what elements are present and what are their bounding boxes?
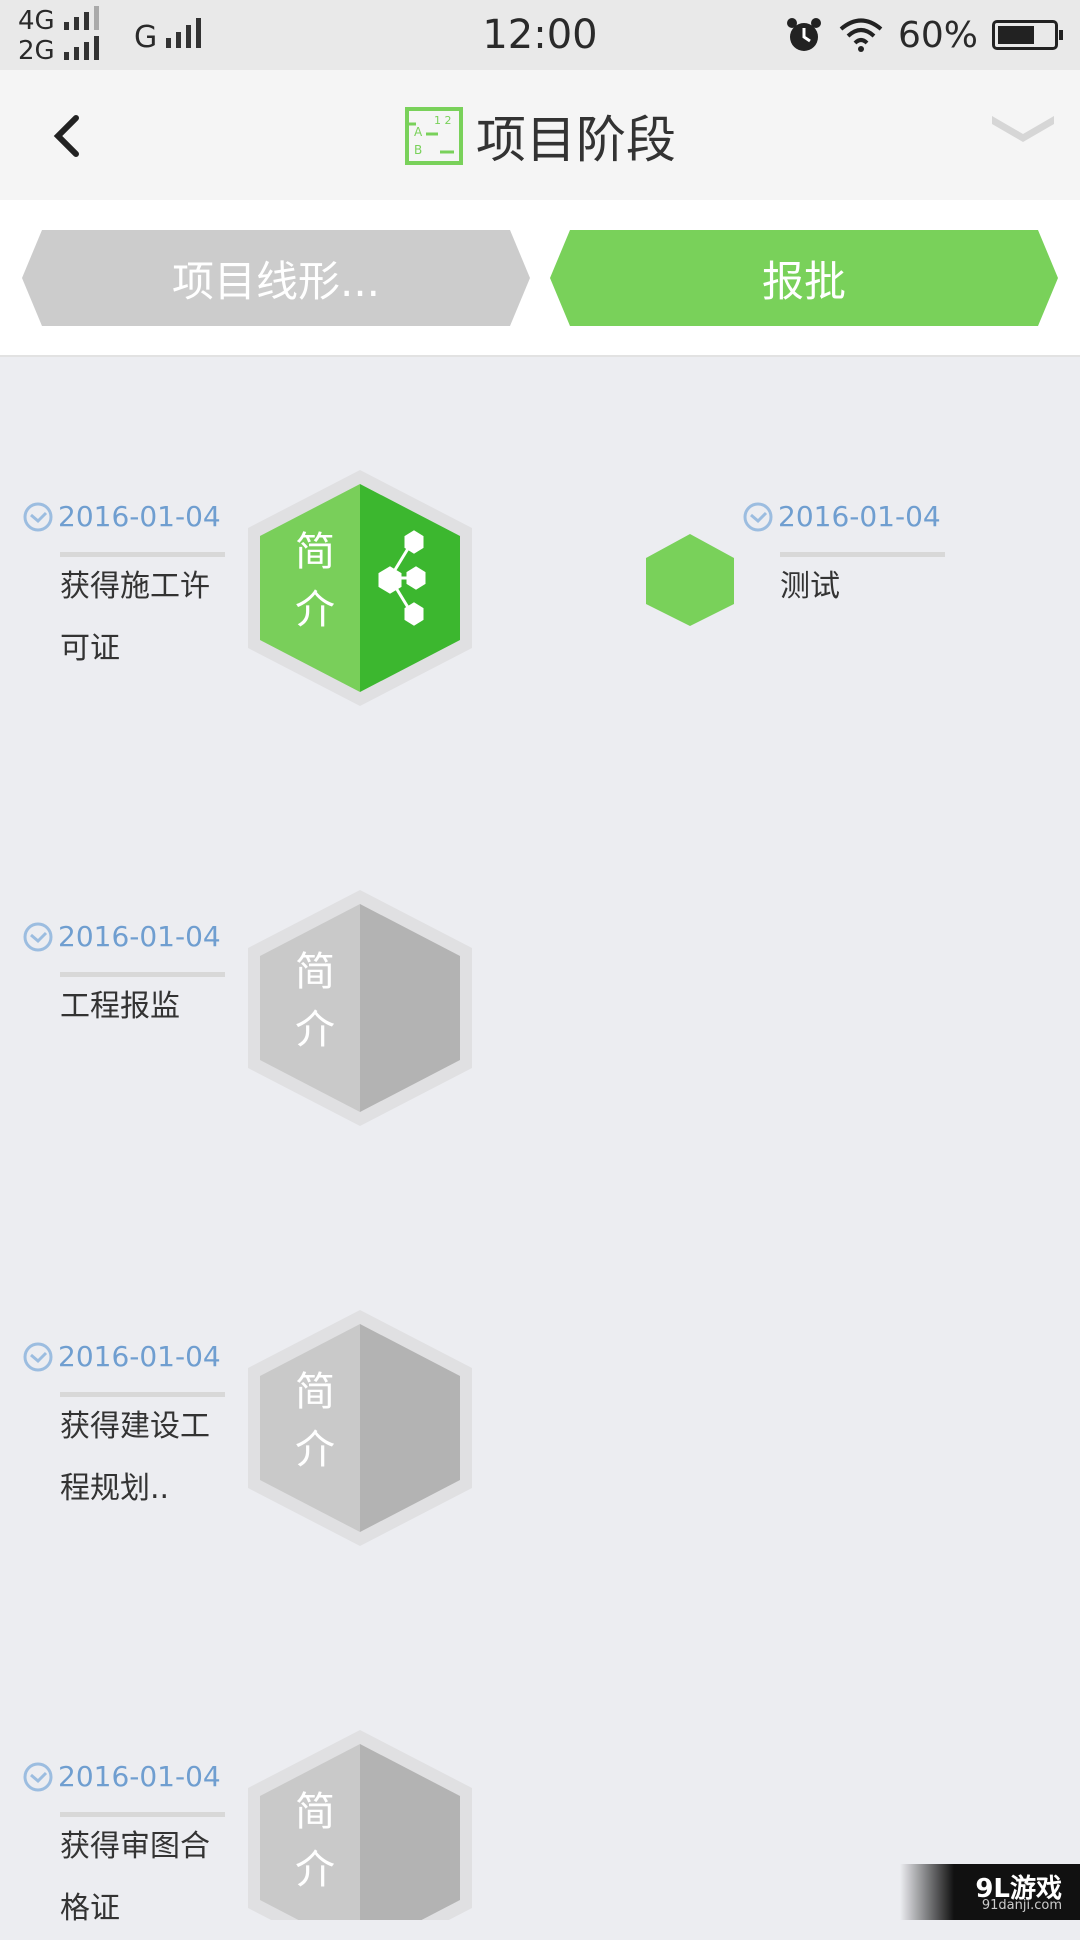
date-text: 2016-01-04 (58, 1340, 221, 1373)
item-date: 2016-01-04 (22, 1760, 221, 1793)
clock-icon (23, 502, 53, 531)
label-line: 获得建设工 (60, 1409, 210, 1444)
list-item-label[interactable]: 测试 (780, 556, 840, 618)
hexagon-shape (248, 1310, 472, 1546)
date-text: 2016-01-04 (58, 920, 221, 953)
label-line: 程规划.. (60, 1471, 170, 1506)
hex-text-top: 简 (295, 949, 335, 995)
stage-hexagon-active[interactable]: 简 介 (240, 468, 480, 708)
battery-percent: 60% (897, 14, 978, 56)
page-title: 项目阶段 (476, 111, 676, 169)
hexagon-shape (248, 1730, 472, 1920)
stage-hexagon[interactable]: 简 介 (240, 888, 480, 1128)
tab-project-line[interactable]: 项目线形... (22, 230, 530, 326)
item-date: 2016-01-04 (22, 500, 221, 533)
hex-text-top: 简 (295, 1789, 335, 1835)
label-line: 获得审图合 (60, 1829, 210, 1864)
stage-hexagon[interactable]: 简 介 (240, 1308, 480, 1548)
wifi-icon (839, 18, 883, 52)
stage-board-icon: A B 1 2 (405, 107, 463, 165)
svg-text:B: B (414, 143, 422, 157)
navigation-bar: A B 1 2 项目阶段 (0, 70, 1080, 200)
hexagon-shape (248, 890, 472, 1126)
svg-text:1 2: 1 2 (434, 114, 452, 127)
title-group: A B 1 2 项目阶段 (0, 100, 1080, 172)
hex-text-top: 简 (295, 529, 335, 575)
watermark-url: 91danji.com (981, 1898, 1062, 1913)
label-line: 工程报监 (60, 989, 180, 1024)
status-right: 60% (784, 12, 1063, 58)
label-line: 可证 (60, 631, 120, 666)
stage-tabs: 项目线形... 报批 (0, 200, 1080, 357)
side-hexagon[interactable] (642, 532, 738, 628)
hexagon-shape (646, 534, 734, 626)
tab-label: 项目线形... (171, 256, 381, 306)
hex-text-bottom: 介 (295, 1427, 335, 1473)
alarm-icon (786, 18, 821, 51)
date-text: 2016-01-04 (58, 1760, 221, 1793)
clock-icon (743, 502, 773, 531)
label-line: 格证 (60, 1891, 120, 1926)
clock-icon (23, 1762, 53, 1791)
date-text: 2016-01-04 (778, 500, 941, 533)
clock-icon (23, 922, 53, 951)
list-item-label[interactable]: 工程报监 (60, 976, 180, 1038)
date-text: 2016-01-04 (58, 500, 221, 533)
hex-text-bottom: 介 (295, 1007, 335, 1053)
label-line: 获得施工许 (60, 569, 210, 604)
hex-text-bottom: 介 (295, 1847, 335, 1893)
item-date: 2016-01-04 (22, 1340, 221, 1373)
hex-text-top: 简 (295, 1369, 335, 1415)
tab-label: 报批 (761, 256, 846, 306)
clock-icon (23, 1342, 53, 1371)
list-item-label[interactable]: 获得建设工 程规划.. (60, 1396, 210, 1520)
chevron-down-icon[interactable] (988, 108, 1058, 148)
list-item-label[interactable]: 获得审图合 格证 (60, 1816, 210, 1940)
battery-icon (992, 20, 1063, 50)
list-item-label[interactable]: 获得施工许 可证 (60, 556, 210, 680)
hex-text-bottom: 介 (295, 587, 335, 633)
watermark-logo: 9L游戏 91danji.com (900, 1864, 1080, 1920)
svg-text:A: A (414, 125, 423, 139)
hexagon-shape (248, 470, 472, 706)
item-date: 2016-01-04 (742, 500, 941, 533)
tab-approval[interactable]: 报批 (550, 230, 1058, 326)
status-bar: 4G 2G G 12:00 60% (0, 0, 1080, 70)
item-date: 2016-01-04 (22, 920, 221, 953)
stage-hexagon[interactable]: 简 介 (240, 1728, 480, 1920)
